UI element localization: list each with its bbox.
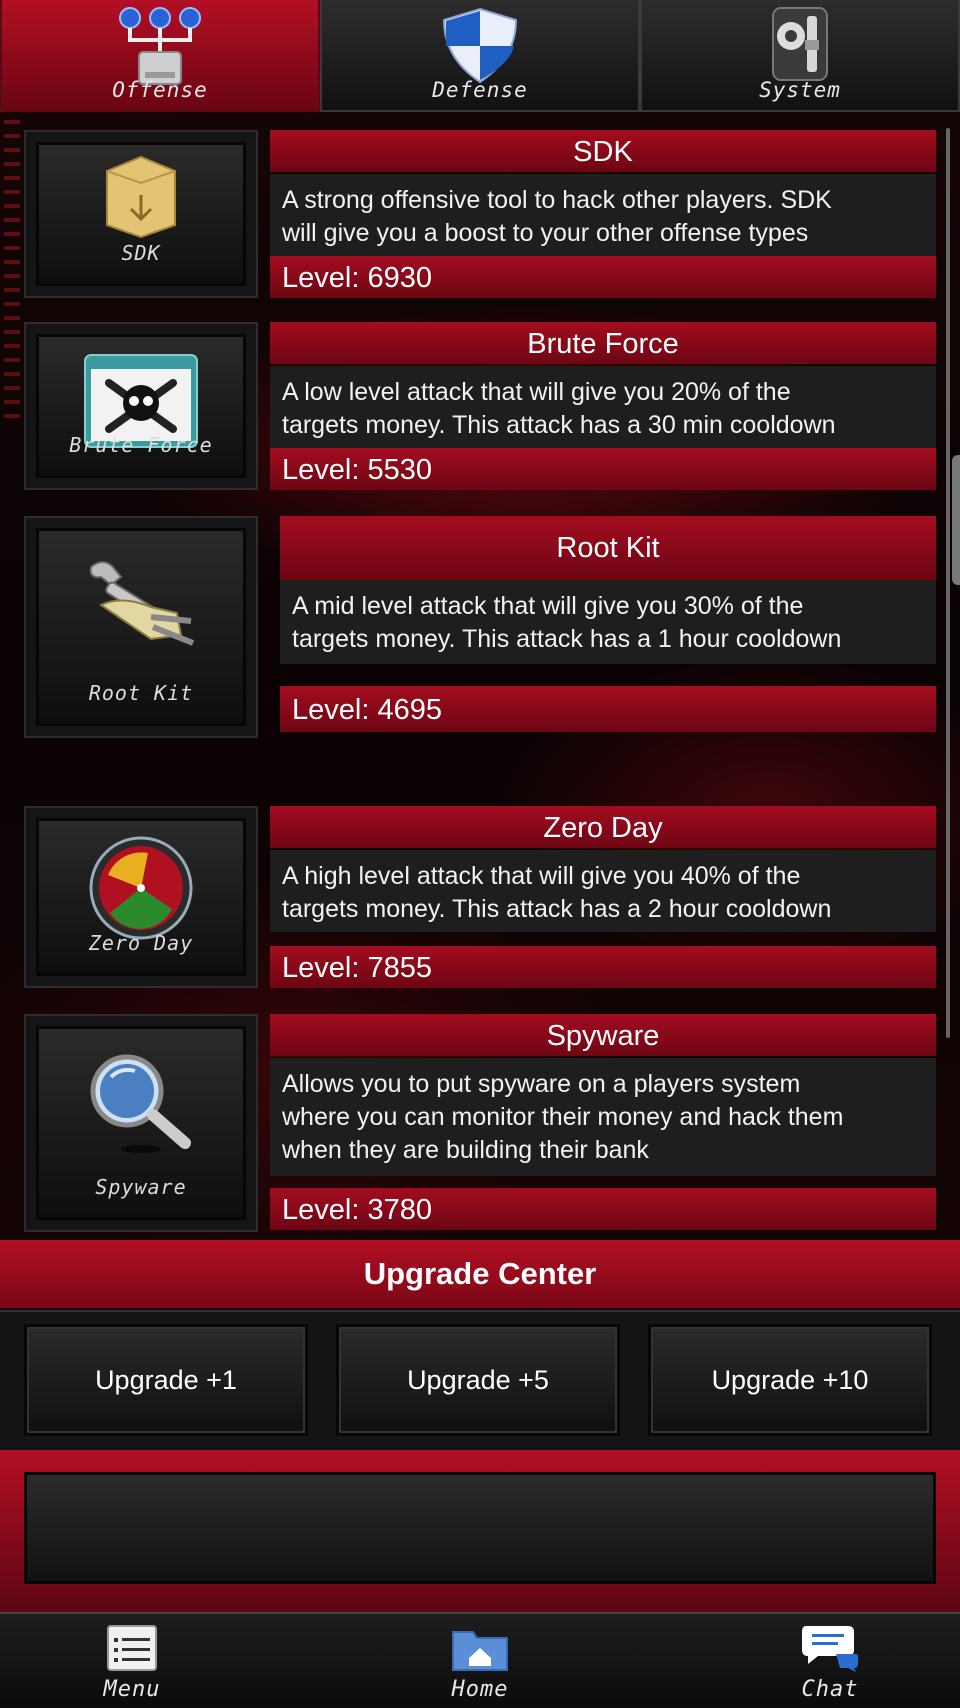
item-icon-label: Root Kit xyxy=(88,681,194,705)
radar-scope-icon xyxy=(88,835,194,946)
package-box-icon xyxy=(101,153,181,244)
bottom-nav: Menu Home Chat xyxy=(0,1612,960,1708)
tab-label: System xyxy=(759,78,841,102)
item-level: Level: 7855 xyxy=(270,946,936,988)
desc-line: targets money. This attack has a 1 hour … xyxy=(292,625,842,653)
desc-line: targets money. This attack has a 2 hour … xyxy=(282,895,832,923)
item-icon-button[interactable]: Root Kit xyxy=(24,516,258,738)
item-icon-label: SDK xyxy=(121,241,161,265)
item-description: A high level attack that will give you 4… xyxy=(270,850,936,932)
item-title: Root Kit xyxy=(280,516,936,580)
offense-item-zero-day: Zero Day Zero Day A high level attack th… xyxy=(24,806,938,988)
desc-line: A high level attack that will give you 4… xyxy=(282,862,801,890)
item-title: Spyware xyxy=(270,1014,936,1056)
offense-item-root-kit: Root Kit Root Kit A mid level attack tha… xyxy=(24,516,938,780)
edge-panel-handle[interactable] xyxy=(952,455,960,585)
matrix-rain-decoration xyxy=(4,120,20,420)
item-icon-label: Spyware xyxy=(95,1175,187,1199)
upgrade-5-button[interactable]: Upgrade +5 xyxy=(336,1324,620,1436)
nav-label: Chat xyxy=(801,1677,859,1702)
item-title: Zero Day xyxy=(270,806,936,848)
upgrade-10-button[interactable]: Upgrade +10 xyxy=(648,1324,932,1436)
home-folder-icon xyxy=(451,1624,509,1677)
upgrade-1-button[interactable]: Upgrade +1 xyxy=(24,1324,308,1436)
nav-chat[interactable]: Chat xyxy=(750,1614,910,1708)
magnifying-glass-icon xyxy=(85,1051,197,1160)
tab-label: Defense xyxy=(432,78,528,102)
upgrade-center-title: Upgrade Center xyxy=(0,1240,960,1308)
desc-line: Allows you to put spyware on a players s… xyxy=(282,1070,801,1098)
shield-icon xyxy=(438,6,522,89)
upgrade-buttons-row: Upgrade +1 Upgrade +5 Upgrade +10 xyxy=(0,1310,960,1452)
item-icon-button[interactable]: Spyware xyxy=(24,1014,258,1232)
tab-offense[interactable]: Offense xyxy=(0,0,320,112)
item-icon-button[interactable]: Brute Force xyxy=(24,322,258,490)
document-list-icon xyxy=(106,1624,158,1677)
nav-home[interactable]: Home xyxy=(400,1614,560,1708)
item-level: Level: 5530 xyxy=(270,448,936,490)
offense-item-sdk: SDK SDK A strong offensive tool to hack … xyxy=(24,130,938,298)
item-description: A strong offensive tool to hack other pl… xyxy=(270,174,936,256)
desc-line: where you can monitor their money and ha… xyxy=(282,1103,844,1131)
item-description: Allows you to put spyware on a players s… xyxy=(270,1058,936,1176)
offense-item-brute-force: Brute Force Brute Force A low level atta… xyxy=(24,322,938,490)
nav-menu[interactable]: Menu xyxy=(52,1614,212,1708)
tab-label: Offense xyxy=(112,78,208,102)
desc-line: when they are building their bank xyxy=(282,1136,649,1164)
message-box xyxy=(24,1472,936,1584)
nav-label: Home xyxy=(451,1677,509,1702)
item-level: Level: 6930 xyxy=(270,256,936,298)
item-icon-button[interactable]: SDK xyxy=(24,130,258,298)
item-icon-button[interactable]: Zero Day xyxy=(24,806,258,988)
item-level: Level: 3780 xyxy=(270,1188,936,1230)
desc-line: A mid level attack that will give you 30… xyxy=(292,592,804,620)
item-description: A mid level attack that will give you 30… xyxy=(280,580,936,664)
desc-line: A strong offensive tool to hack other pl… xyxy=(282,186,832,214)
item-title: SDK xyxy=(270,130,936,172)
offense-item-spyware: Spyware Spyware Allows you to put spywar… xyxy=(24,1014,938,1234)
item-icon-label: Zero Day xyxy=(88,931,194,955)
top-tab-bar: Offense Defense System xyxy=(0,0,960,112)
wrench-tools-icon xyxy=(81,555,201,660)
tab-system[interactable]: System xyxy=(640,0,960,112)
item-description: A low level attack that will give you 20… xyxy=(270,366,936,448)
item-icon-label: Brute Force xyxy=(69,433,213,457)
desc-line: A low level attack that will give you 20… xyxy=(282,378,791,406)
item-title: Brute Force xyxy=(270,322,936,364)
nav-label: Menu xyxy=(103,1677,161,1702)
tab-defense[interactable]: Defense xyxy=(320,0,640,112)
desc-line: targets money. This attack has a 30 min … xyxy=(282,411,836,439)
desc-line: will give you a boost to your other offe… xyxy=(282,219,809,247)
chat-bubbles-icon xyxy=(800,1624,860,1677)
message-area xyxy=(0,1450,960,1612)
item-level: Level: 4695 xyxy=(280,686,936,732)
scrollbar[interactable] xyxy=(946,128,950,1038)
